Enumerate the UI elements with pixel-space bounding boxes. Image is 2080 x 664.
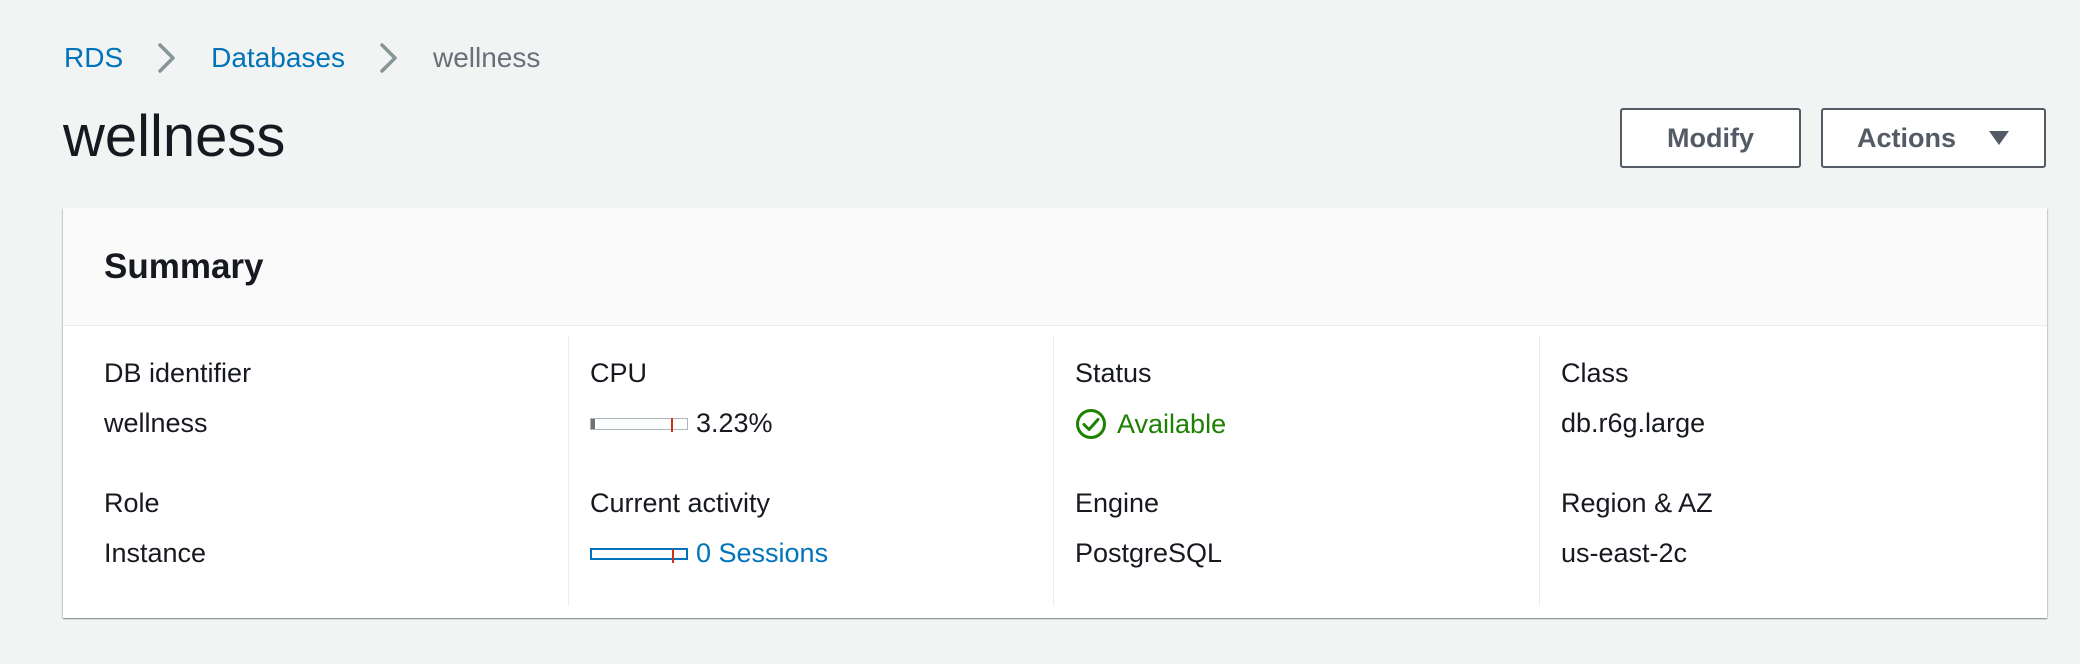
role-label: Role bbox=[104, 488, 160, 518]
cpu-label: CPU bbox=[590, 358, 648, 388]
column-divider bbox=[568, 336, 569, 606]
current-activity-row: 0 Sessions bbox=[590, 538, 828, 569]
chevron-right-icon bbox=[141, 40, 193, 76]
summary-panel: Summary DB identifier wellness Role Inst… bbox=[63, 208, 2047, 618]
summary-columns: DB identifier wellness Role Instance CPU… bbox=[63, 326, 2047, 618]
check-circle-icon bbox=[1075, 408, 1107, 440]
cpu-meter-threshold bbox=[671, 417, 673, 432]
breadcrumb-databases-link[interactable]: Databases bbox=[211, 42, 345, 74]
status-row: Available bbox=[1075, 408, 1226, 440]
engine-value: PostgreSQL bbox=[1075, 538, 1223, 568]
cpu-meter bbox=[590, 417, 688, 432]
chevron-right-icon bbox=[363, 40, 415, 76]
sessions-meter-threshold bbox=[672, 548, 674, 563]
column-divider bbox=[1053, 336, 1054, 606]
breadcrumb-rds-link[interactable]: RDS bbox=[64, 42, 123, 74]
column-divider bbox=[1539, 336, 1540, 606]
cpu-value: 3.23% bbox=[696, 408, 773, 438]
actions-button-label: Actions bbox=[1856, 122, 1956, 153]
engine-label: Engine bbox=[1075, 488, 1160, 518]
db-identifier-label: DB identifier bbox=[104, 358, 252, 388]
cpu-meter-fill bbox=[591, 418, 595, 429]
summary-title: Summary bbox=[104, 246, 264, 286]
caret-down-icon bbox=[1988, 130, 2010, 146]
breadcrumb: RDS Databases wellness bbox=[64, 40, 540, 76]
region-az-label: Region & AZ bbox=[1561, 488, 1713, 518]
sessions-meter bbox=[590, 547, 688, 563]
class-label: Class bbox=[1561, 358, 1629, 388]
status-label: Status bbox=[1075, 358, 1152, 388]
class-value: db.r6g.large bbox=[1561, 408, 1706, 438]
breadcrumb-current: wellness bbox=[433, 42, 541, 73]
page-title: wellness bbox=[63, 104, 286, 169]
db-identifier-value: wellness bbox=[104, 408, 208, 438]
region-az-value: us-east-2c bbox=[1561, 538, 1688, 568]
summary-panel-header: Summary bbox=[63, 208, 2047, 326]
role-value: Instance bbox=[104, 538, 207, 568]
cpu-value-row: 3.23% bbox=[590, 408, 773, 439]
modify-button[interactable]: Modify bbox=[1620, 108, 1801, 168]
current-activity-label: Current activity bbox=[590, 488, 771, 518]
actions-dropdown-button[interactable]: Actions bbox=[1821, 108, 2046, 168]
status-value: Available bbox=[1117, 408, 1227, 439]
sessions-link[interactable]: 0 Sessions bbox=[696, 538, 828, 569]
